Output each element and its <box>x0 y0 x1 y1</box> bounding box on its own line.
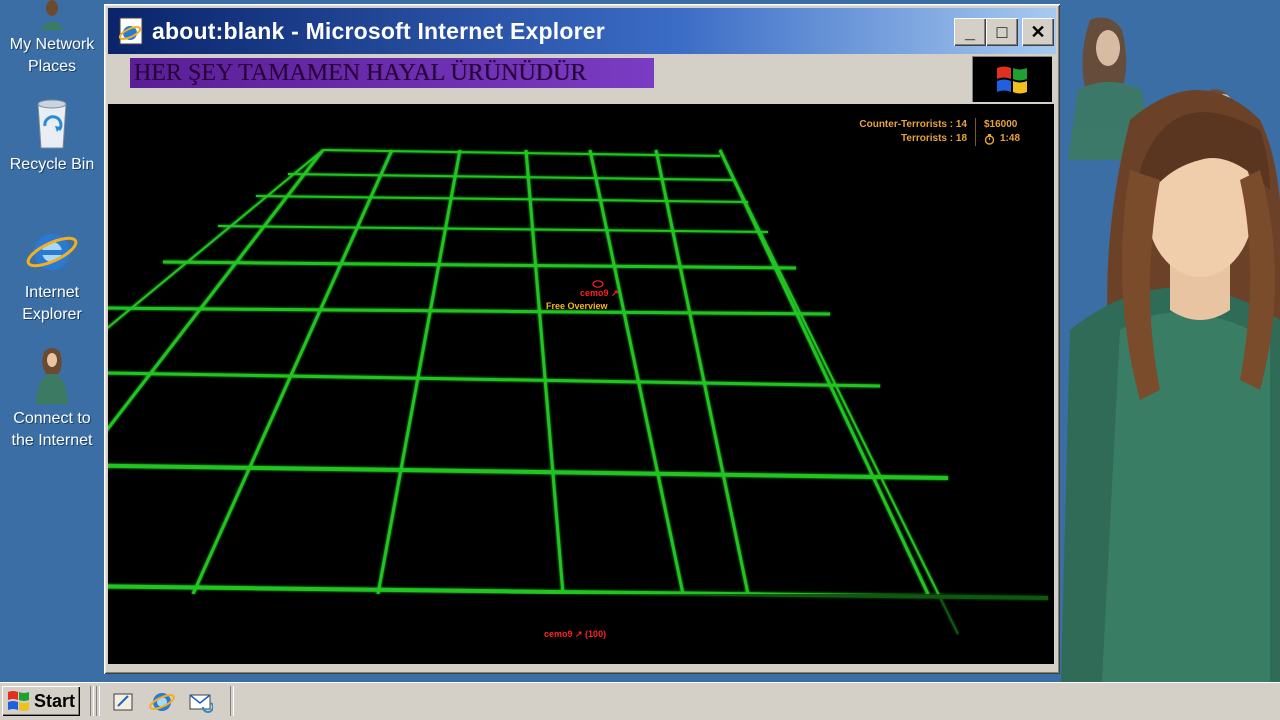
toolbar-area: HER ŞEY TAMAMEN HAYAL ÜRÜNÜDÜR <box>108 54 1056 104</box>
grid-line-horizontal <box>287 173 734 181</box>
desktop-icon-label: Explorer <box>22 306 82 323</box>
ie-window: about:blank - Microsoft Internet Explore… <box>104 4 1060 674</box>
windows-logo-throbber <box>972 56 1052 102</box>
spectator-mode-label: Free Overview <box>546 301 608 311</box>
scoreboard-hud: Counter-Terrorists : 14 $16000 Terrorist… <box>859 118 1030 146</box>
desktop-icon-label: Connect to <box>13 410 91 427</box>
maximize-button[interactable]: □ <box>986 18 1018 46</box>
player-health-label: cemo9 ↗ (100) <box>544 629 607 639</box>
window-title: about:blank - Microsoft Internet Explore… <box>152 17 605 44</box>
grid-line-horizontal <box>322 149 721 157</box>
ct-score: Counter-Terrorists : 14 <box>859 119 967 130</box>
start-button[interactable]: Start <box>2 686 80 716</box>
desktop-icon-label: the Internet <box>11 432 93 449</box>
windows-flag-icon <box>8 691 29 711</box>
close-icon: ✕ <box>1030 21 1046 42</box>
windows-logo-icon <box>997 66 1027 94</box>
desktop-icon-label: Places <box>27 58 77 75</box>
close-button[interactable]: ✕ <box>1022 18 1054 46</box>
internet-explorer-icon <box>149 693 175 711</box>
desktop-icon-recycle-bin[interactable]: Recycle Bin <box>0 96 104 176</box>
desktop-icon-network-places[interactable]: My Network Places <box>0 0 104 78</box>
player-name-label: cemo9 ↗ <box>580 288 619 298</box>
network-places-icon <box>40 0 64 30</box>
timer-icon <box>984 133 995 145</box>
desktop-icon-label: My Network <box>9 36 95 53</box>
ie-page-icon <box>118 17 143 45</box>
minimize-button[interactable]: _ <box>954 18 986 46</box>
money-display: $16000 <box>984 119 1018 130</box>
minimize-icon: _ <box>964 21 975 42</box>
grid-line-horizontal <box>255 195 749 203</box>
desktop-icon-connect-internet[interactable]: Connect to the Internet <box>0 346 104 452</box>
show-desktop-button[interactable] <box>110 688 138 716</box>
player-marker-icon <box>592 280 604 288</box>
grid-line-vertical <box>524 149 565 595</box>
desktop-icon-internet-explorer[interactable]: Internet Explorer <box>0 226 104 326</box>
internet-explorer-icon <box>26 234 78 270</box>
title-bar[interactable]: about:blank - Microsoft Internet Explore… <box>108 8 1056 54</box>
game-viewport[interactable]: Counter-Terrorists : 14 $16000 Terrorist… <box>108 104 1054 664</box>
quick-launch-ie-button[interactable] <box>148 688 176 716</box>
grid-line-horizontal <box>217 225 769 233</box>
grid-line-vertical <box>108 149 325 431</box>
t-score: Terrorists : 18 <box>901 133 967 144</box>
wallpaper-figure <box>1060 17 1280 720</box>
recycle-bin-icon <box>37 99 67 149</box>
show-desktop-icon <box>113 693 133 711</box>
desktop-icon-label: Internet <box>24 284 80 301</box>
taskbar: Start <box>0 682 1280 720</box>
grid-line-horizontal <box>108 463 949 480</box>
outlook-express-icon <box>189 694 213 713</box>
taskbar-separator <box>230 686 234 716</box>
quick-launch-outlook-button[interactable] <box>186 688 214 716</box>
round-timer: 1:48 <box>1000 133 1021 144</box>
green-grid-floor <box>108 149 1054 664</box>
grid-line-vertical <box>718 149 930 595</box>
taskbar-separator <box>96 686 100 716</box>
taskbar-separator <box>90 686 94 716</box>
maximize-icon: □ <box>996 21 1008 42</box>
grid-edge-line <box>719 149 959 635</box>
desktop-icon-label: Recycle Bin <box>9 156 95 173</box>
page-banner: HER ŞEY TAMAMEN HAYAL ÜRÜNÜDÜR <box>130 58 654 88</box>
start-label: Start <box>34 690 76 711</box>
grid-line-vertical <box>376 149 462 595</box>
connect-internet-icon <box>36 348 68 404</box>
grid-line-horizontal <box>162 260 797 270</box>
grid-line-vertical <box>191 149 394 595</box>
grid-edge-line <box>108 149 324 329</box>
grid-line-horizontal <box>108 371 881 388</box>
grid-line-horizontal <box>108 306 831 316</box>
